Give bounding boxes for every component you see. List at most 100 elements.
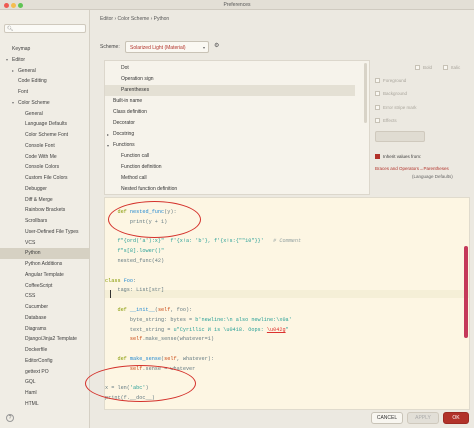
sidebar-item[interactable]: Django/Jinja2 Template xyxy=(0,334,90,345)
element-tree-item[interactable]: Decorator xyxy=(105,118,355,129)
code-line: def make_sense(self, whatever): xyxy=(117,356,214,362)
ok-button[interactable]: OK xyxy=(443,412,469,424)
element-tree-label: Dot xyxy=(121,65,129,71)
scheme-label: Scheme: xyxy=(100,44,120,50)
sidebar-item-label: Language Defaults xyxy=(25,121,67,128)
inherit-label: Inherit values from: xyxy=(383,154,422,159)
sidebar-item[interactable]: General xyxy=(0,109,90,120)
preview-scrollbar[interactable] xyxy=(464,246,468,338)
element-tree-item[interactable]: Built-in name xyxy=(105,96,355,107)
sidebar-item-label: Python xyxy=(25,250,41,257)
chevron-down-icon[interactable]: ▾ xyxy=(107,140,109,151)
sidebar-item[interactable]: Cucumber xyxy=(0,302,90,313)
sidebar-item[interactable]: CSS xyxy=(0,291,90,302)
effects-checkbox[interactable] xyxy=(375,118,380,123)
element-tree-item[interactable]: Function definition xyxy=(105,162,355,173)
sidebar-item[interactable]: User-Defined File Types xyxy=(0,227,90,238)
foreground-checkbox[interactable] xyxy=(375,78,380,83)
sidebar-item[interactable]: EditorConfig xyxy=(0,356,90,367)
settings-sidebar: 🔍︎ Keymap ▾ Editor ▸ General Code Editing Font… xyxy=(0,10,90,428)
sidebar-item-label: Database xyxy=(25,314,47,321)
sidebar-item-label: Console Font xyxy=(25,142,55,149)
element-tree-item[interactable]: Parentheses xyxy=(105,85,355,96)
sidebar-item[interactable]: Haml xyxy=(0,388,90,399)
sidebar-item-label: Diagrams xyxy=(25,325,47,332)
sidebar-item[interactable]: Debugger xyxy=(0,184,90,195)
sidebar-item-label: General xyxy=(18,67,36,74)
element-tree-item[interactable]: Dot xyxy=(105,63,355,74)
sidebar-item[interactable]: Scrollbars xyxy=(0,216,90,227)
sidebar-item[interactable]: Diff & Merge xyxy=(0,195,90,206)
italic-checkbox[interactable] xyxy=(443,65,448,70)
element-tree-scrollbar[interactable] xyxy=(364,63,367,123)
chevron-down-icon[interactable]: ▾ xyxy=(12,98,14,109)
sidebar-item[interactable]: Code Editing xyxy=(0,76,90,87)
element-tree-item[interactable]: ▸ Docstring xyxy=(105,129,355,140)
sidebar-item-label: User-Defined File Types xyxy=(25,228,79,235)
sidebar-item-label: EditorConfig xyxy=(25,357,53,364)
sidebar-item[interactable]: Console Font xyxy=(0,141,90,152)
chevron-down-icon[interactable]: ▾ xyxy=(6,55,8,66)
sidebar-item[interactable]: GQL xyxy=(0,377,90,388)
sidebar-item[interactable]: Python Additions xyxy=(0,259,90,270)
element-tree-label: Function call xyxy=(121,153,150,159)
effects-label: Effects xyxy=(383,118,397,123)
sidebar-item[interactable]: Database xyxy=(0,313,90,324)
sidebar-item[interactable]: ▾ Editor xyxy=(0,55,90,66)
chevron-right-icon[interactable]: ▸ xyxy=(12,66,14,77)
sidebar-item[interactable]: gettext PO xyxy=(0,367,90,378)
gear-icon[interactable]: ⚙ xyxy=(214,42,219,49)
sidebar-item[interactable]: Angular Template xyxy=(0,270,90,281)
sidebar-item[interactable]: VCS xyxy=(0,238,90,249)
element-tree-item[interactable]: Function call xyxy=(105,151,355,162)
code-line: f"s[8].lower()" xyxy=(105,248,165,255)
element-tree-label: Operation sign xyxy=(121,76,154,82)
sidebar-item[interactable]: Font xyxy=(0,87,90,98)
help-button[interactable]: ? xyxy=(6,414,14,422)
inherit-checkbox[interactable] xyxy=(375,154,380,159)
sidebar-item[interactable]: ▾ Color Scheme xyxy=(0,98,90,109)
background-checkbox[interactable] xyxy=(375,91,380,96)
sidebar-item-label: HTML xyxy=(25,400,39,407)
cancel-button[interactable]: CANCEL xyxy=(371,412,403,424)
apply-button[interactable]: APPLY xyxy=(407,412,439,424)
red-circle-annotation xyxy=(108,201,201,238)
element-tree-label: Parentheses xyxy=(121,87,150,93)
sidebar-item[interactable]: Rainbow Brackets xyxy=(0,205,90,216)
effects-type-dropdown[interactable] xyxy=(375,131,425,142)
element-tree-item[interactable]: Nested function definition xyxy=(105,184,355,194)
sidebar-item[interactable]: Custom File Colors xyxy=(0,173,90,184)
sidebar-item[interactable]: Keymap xyxy=(0,44,90,55)
sidebar-item[interactable]: Color Scheme Font xyxy=(0,130,90,141)
sidebar-item[interactable]: HTML xyxy=(0,399,90,410)
element-tree-label: Nested function definition xyxy=(121,186,178,192)
element-tree-label: Function definition xyxy=(121,164,162,170)
element-tree-item[interactable]: ▾ Functions xyxy=(105,140,355,151)
sidebar-item-label: General xyxy=(25,110,43,117)
element-tree-item[interactable]: Operation sign xyxy=(105,74,355,85)
error-stripe-checkbox[interactable] xyxy=(375,105,380,110)
scheme-dropdown[interactable]: Solarized Light (Material) ▾ xyxy=(125,41,209,53)
code-line: f"{ord('a'):x}" f'{x!a: 'b'}, f'{x!s:{""… xyxy=(117,238,302,245)
sidebar-item[interactable]: Python xyxy=(0,248,90,259)
element-tree-item[interactable]: Class definition xyxy=(105,107,355,118)
title-bar: Preferences xyxy=(0,0,474,10)
bold-checkbox[interactable] xyxy=(415,65,420,70)
sidebar-item[interactable]: CoffeeScript xyxy=(0,281,90,292)
sidebar-item[interactable]: Console Colors xyxy=(0,162,90,173)
sidebar-item[interactable]: ▸ General xyxy=(0,66,90,77)
sidebar-item-label: Angular Template xyxy=(25,271,64,278)
bold-label: Bold xyxy=(423,65,433,70)
sidebar-item-label: Code Editing xyxy=(18,78,47,85)
sidebar-item-label: CoffeeScript xyxy=(25,282,53,289)
sidebar-item[interactable]: Dockerfile xyxy=(0,345,90,356)
inherit-link[interactable]: Braces and Operators→Parentheses xyxy=(375,166,449,171)
element-tree-item[interactable]: Method call xyxy=(105,173,355,184)
chevron-right-icon[interactable]: ▸ xyxy=(107,129,109,140)
element-tree-label: Functions xyxy=(113,142,135,148)
sidebar-item[interactable]: Diagrams xyxy=(0,324,90,335)
sidebar-item[interactable]: Language Defaults xyxy=(0,119,90,130)
red-circle-annotation xyxy=(85,365,196,402)
sidebar-item[interactable]: Code With Me xyxy=(0,152,90,163)
settings-search-input[interactable]: 🔍︎ xyxy=(4,24,86,33)
